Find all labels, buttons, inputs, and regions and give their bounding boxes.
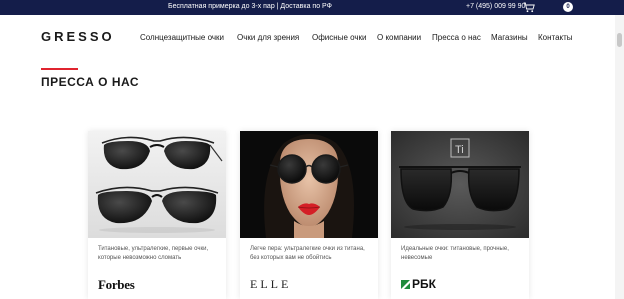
woman-sunglasses-image xyxy=(240,131,378,238)
rbk-mark-icon xyxy=(401,279,410,289)
press-card-elle[interactable]: Легче пера: ультралегкие очки из титана,… xyxy=(240,131,378,299)
nav-item-sunglasses[interactable]: Солнцезащитные очки xyxy=(140,33,224,42)
nav-item-press[interactable]: Пресса о нас xyxy=(432,33,481,42)
logo[interactable]: GRESSO xyxy=(41,29,115,44)
elle-logo: ELLE xyxy=(250,277,292,291)
nav-item-about[interactable]: О компании xyxy=(377,33,421,42)
press-card-rbk[interactable]: Ti Идеальные очки: титановые, прочные, н… xyxy=(391,131,529,299)
cart-count-badge[interactable]: 0 xyxy=(563,2,573,12)
rbk-logo: РБК xyxy=(401,277,436,291)
titanium-sunglasses-image: Ti xyxy=(391,131,529,238)
card-caption: Титановые, ультралегкие, первые очки, ко… xyxy=(98,246,209,261)
card-caption: Легче пера: ультралегкие очки из титана,… xyxy=(250,246,365,261)
title-accent-line xyxy=(41,68,78,70)
scrollbar[interactable] xyxy=(615,15,624,299)
nav-item-office[interactable]: Офисные очки xyxy=(312,33,367,42)
rbk-logo-text: РБК xyxy=(412,277,436,291)
promo-text: Бесплатная примерка до 3-х пар | Доставк… xyxy=(168,3,332,10)
phone-link[interactable]: +7 (495) 009 99 90 xyxy=(466,3,525,10)
aviator-sunglasses-image xyxy=(88,131,226,238)
nav-item-optical[interactable]: Очки для зрения xyxy=(237,33,299,42)
top-bar: Бесплатная примерка до 3-х пар | Доставк… xyxy=(0,0,624,15)
ti-badge: Ti xyxy=(455,144,464,156)
card-caption: Идеальные очки: титановые, прочные, неве… xyxy=(401,246,509,261)
press-card-forbes[interactable]: Титановые, ультралегкие, первые очки, ко… xyxy=(88,131,226,299)
page-title: ПРЕССА О НАС xyxy=(41,75,140,89)
cart-icon[interactable] xyxy=(523,2,535,13)
nav-item-stores[interactable]: Магазины xyxy=(491,33,528,42)
nav-item-contacts[interactable]: Контакты xyxy=(538,33,573,42)
scrollbar-thumb[interactable] xyxy=(617,33,622,47)
forbes-logo: Forbes xyxy=(98,277,135,292)
